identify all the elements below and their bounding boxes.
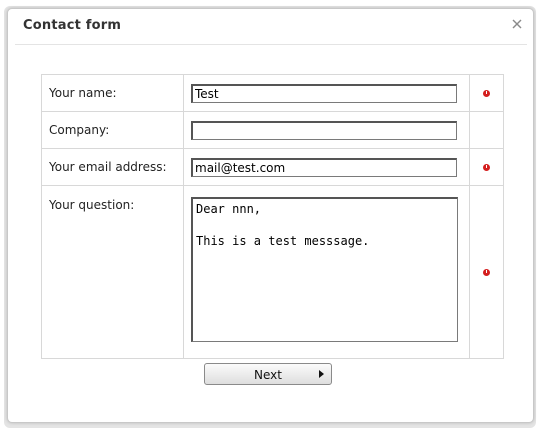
contact-form-dialog: Contact form Your name: Company:	[7, 8, 534, 423]
email-input[interactable]	[191, 157, 457, 177]
arrow-right-icon	[319, 370, 324, 378]
question-label: Your question:	[41, 185, 184, 359]
form-row-name: Your name:	[41, 74, 504, 112]
required-field-icon	[483, 90, 490, 97]
company-input[interactable]	[191, 120, 457, 140]
question-textarea[interactable]	[191, 196, 458, 342]
name-input[interactable]	[191, 83, 457, 103]
name-label: Your name:	[41, 74, 184, 112]
form-row-question: Your question:	[41, 185, 504, 359]
required-field-icon	[483, 269, 490, 276]
dialog-titlebar: Contact form	[15, 10, 527, 45]
form-row-company: Company:	[41, 111, 504, 149]
contact-form-table: Your name: Company: Your email address:	[41, 74, 504, 359]
next-button[interactable]: Next	[204, 363, 332, 385]
company-label: Company:	[41, 111, 184, 149]
required-field-icon	[483, 164, 490, 171]
close-icon[interactable]	[509, 16, 525, 32]
dialog-title: Contact form	[23, 18, 122, 33]
email-label: Your email address:	[41, 148, 184, 186]
next-button-label: Next	[254, 368, 282, 382]
form-row-email: Your email address:	[41, 148, 504, 186]
